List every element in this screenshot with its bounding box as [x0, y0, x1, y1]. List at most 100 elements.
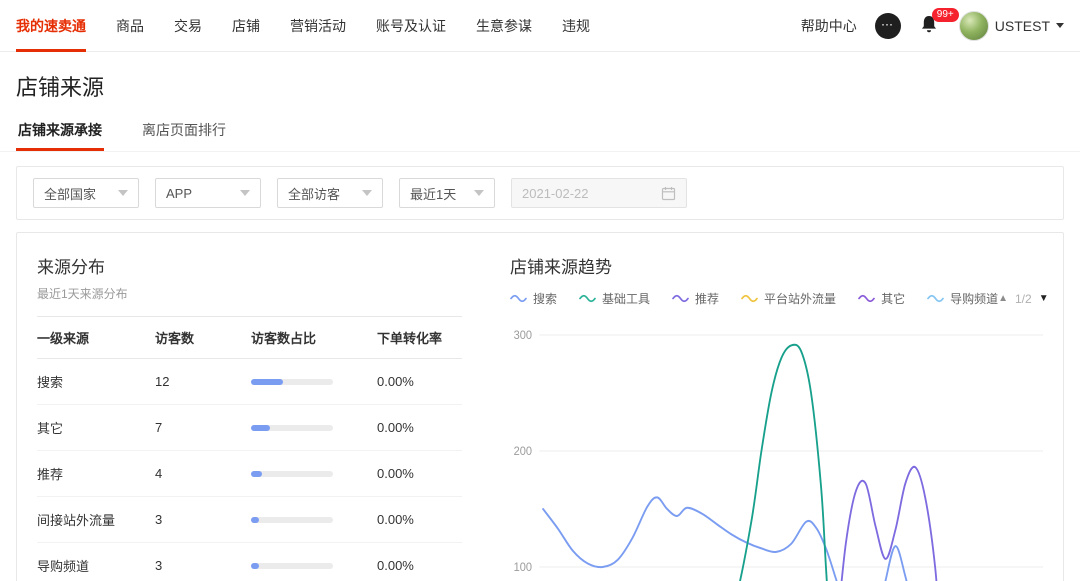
- tab-1[interactable]: 离店页面排行: [140, 112, 228, 151]
- source-cell: 其它: [37, 405, 155, 451]
- nav-item-6[interactable]: 生意参谋: [476, 0, 532, 52]
- legend-label: 基础工具: [602, 290, 650, 307]
- legend-items: 搜索 基础工具 推荐 平台站外流量 其它 导购频道: [510, 290, 998, 307]
- share-cell: [251, 497, 377, 543]
- visitors-cell: 3: [155, 543, 251, 581]
- wave-icon: [927, 294, 944, 303]
- column-header: 下单转化率: [377, 317, 462, 359]
- source-cell: 间接站外流量: [37, 497, 155, 543]
- share-bar-fill: [251, 563, 259, 569]
- svg-text:200: 200: [514, 446, 532, 458]
- visitors-cell: 4: [155, 451, 251, 497]
- help-center-link[interactable]: 帮助中心: [801, 16, 857, 36]
- trend-panel-title: 店铺来源趋势: [510, 253, 1043, 278]
- filter-bar: 全部国家 APP 全部访客 最近1天 2021-02-22: [16, 166, 1064, 220]
- notification-badge: 99+: [932, 8, 959, 22]
- source-distribution-panel: 来源分布 最近1天来源分布 一级来源访客数访客数占比下单转化率 搜索120.00…: [37, 253, 462, 581]
- wave-icon: [510, 294, 527, 303]
- tabs: 店铺来源承接离店页面排行: [0, 112, 1080, 152]
- page-down-icon[interactable]: ▼: [1039, 293, 1049, 304]
- chevron-down-icon: [474, 190, 484, 196]
- share-cell: [251, 451, 377, 497]
- legend-item-5[interactable]: 导购频道: [927, 290, 998, 307]
- source-cell: 搜索: [37, 359, 155, 405]
- legend-row: 搜索基础工具推荐平台站外流量其它导购频道 ▲ 1/2 ▼: [510, 290, 1043, 307]
- nav-item-0[interactable]: 我的速卖通: [16, 0, 86, 52]
- legend-item-4[interactable]: 其它: [858, 290, 905, 307]
- chevron-down-icon: [240, 190, 250, 196]
- nav-item-2[interactable]: 交易: [174, 0, 202, 52]
- legend-label: 推荐: [695, 290, 719, 307]
- wave-icon: [579, 294, 596, 303]
- visitors-cell: 3: [155, 497, 251, 543]
- share-bar-track: [251, 517, 333, 523]
- conversion-cell: 0.00%: [377, 359, 462, 405]
- main-card: 来源分布 最近1天来源分布 一级来源访客数访客数占比下单转化率 搜索120.00…: [16, 232, 1064, 581]
- legend-item-3[interactable]: 平台站外流量: [741, 290, 836, 307]
- wave-icon: [672, 294, 689, 303]
- legend-label: 搜索: [533, 290, 557, 307]
- page-title: 店铺来源: [0, 52, 1080, 112]
- nav-item-1[interactable]: 商品: [116, 0, 144, 52]
- share-bar-fill: [251, 471, 262, 477]
- nav-item-4[interactable]: 营销活动: [290, 0, 346, 52]
- visitors-cell: 12: [155, 359, 251, 405]
- chat-icon[interactable]: ···: [875, 13, 901, 39]
- page-up-icon[interactable]: ▲: [998, 293, 1008, 304]
- legend-pager: ▲ 1/2 ▼: [998, 292, 1049, 306]
- table-row: 导购频道30.00%: [37, 543, 462, 581]
- legend-item-2[interactable]: 推荐: [672, 290, 719, 307]
- share-bar-track: [251, 563, 333, 569]
- source-panel-title: 来源分布: [37, 253, 462, 278]
- column-header: 访客数: [155, 317, 251, 359]
- table-row: 搜索12 0.00%: [37, 359, 462, 405]
- share-cell: [251, 543, 377, 581]
- share-bar-fill: [251, 379, 283, 385]
- calendar-icon: [661, 186, 676, 201]
- date-value: 2021-02-22: [522, 186, 589, 201]
- svg-text:100: 100: [514, 562, 532, 574]
- source-table: 一级来源访客数访客数占比下单转化率 搜索120.00%其它70.00%推荐40.…: [37, 316, 462, 581]
- column-header: 一级来源: [37, 317, 155, 359]
- nav-right: 帮助中心 ··· 99+ USTEST: [801, 11, 1064, 41]
- legend-item-0[interactable]: 搜索: [510, 290, 557, 307]
- country-select[interactable]: 全部国家: [33, 178, 139, 208]
- avatar: [959, 11, 989, 41]
- conversion-cell: 0.00%: [377, 497, 462, 543]
- user-menu[interactable]: USTEST: [959, 11, 1064, 41]
- visitor-select[interactable]: 全部访客: [277, 178, 383, 208]
- range-select[interactable]: 最近1天: [399, 178, 495, 208]
- svg-text:300: 300: [514, 330, 532, 342]
- share-bar-track: [251, 471, 333, 477]
- nav-item-5[interactable]: 账号及认证: [376, 0, 446, 52]
- nav-item-7[interactable]: 违规: [562, 0, 590, 52]
- trend-panel: 店铺来源趋势 搜索基础工具推荐平台站外流量其它导购频道 ▲ 1/2 ▼ 1002…: [510, 253, 1043, 581]
- source-panel-subtitle: 最近1天来源分布: [37, 285, 462, 302]
- wave-icon: [741, 294, 758, 303]
- notification-bell[interactable]: 99+: [919, 14, 941, 38]
- share-bar-fill: [251, 425, 270, 431]
- share-bar-track: [251, 425, 333, 431]
- chat-dots: ···: [882, 21, 894, 30]
- chevron-down-icon: [362, 190, 372, 196]
- conversion-cell: 0.00%: [377, 405, 462, 451]
- platform-select[interactable]: APP: [155, 178, 261, 208]
- range-select-value: 最近1天: [410, 184, 456, 203]
- platform-select-value: APP: [166, 186, 192, 201]
- top-nav: 我的速卖通商品交易店铺营销活动账号及认证生意参谋违规 帮助中心 ··· 99+ …: [0, 0, 1080, 52]
- chevron-down-icon: [1056, 23, 1064, 28]
- nav-item-3[interactable]: 店铺: [232, 0, 260, 52]
- country-select-value: 全部国家: [44, 184, 96, 203]
- visitor-select-value: 全部访客: [288, 184, 340, 203]
- wave-icon: [858, 294, 875, 303]
- tab-0[interactable]: 店铺来源承接: [16, 112, 104, 151]
- legend-item-1[interactable]: 基础工具: [579, 290, 650, 307]
- legend-label: 其它: [881, 290, 905, 307]
- date-input[interactable]: 2021-02-22: [511, 178, 687, 208]
- chevron-down-icon: [118, 190, 128, 196]
- pagination-label: 1/2: [1015, 292, 1032, 306]
- username: USTEST: [995, 18, 1050, 34]
- legend-label: 导购频道: [950, 290, 998, 307]
- table-row: 其它70.00%: [37, 405, 462, 451]
- trend-chart-svg: 100 200 300: [510, 319, 1043, 581]
